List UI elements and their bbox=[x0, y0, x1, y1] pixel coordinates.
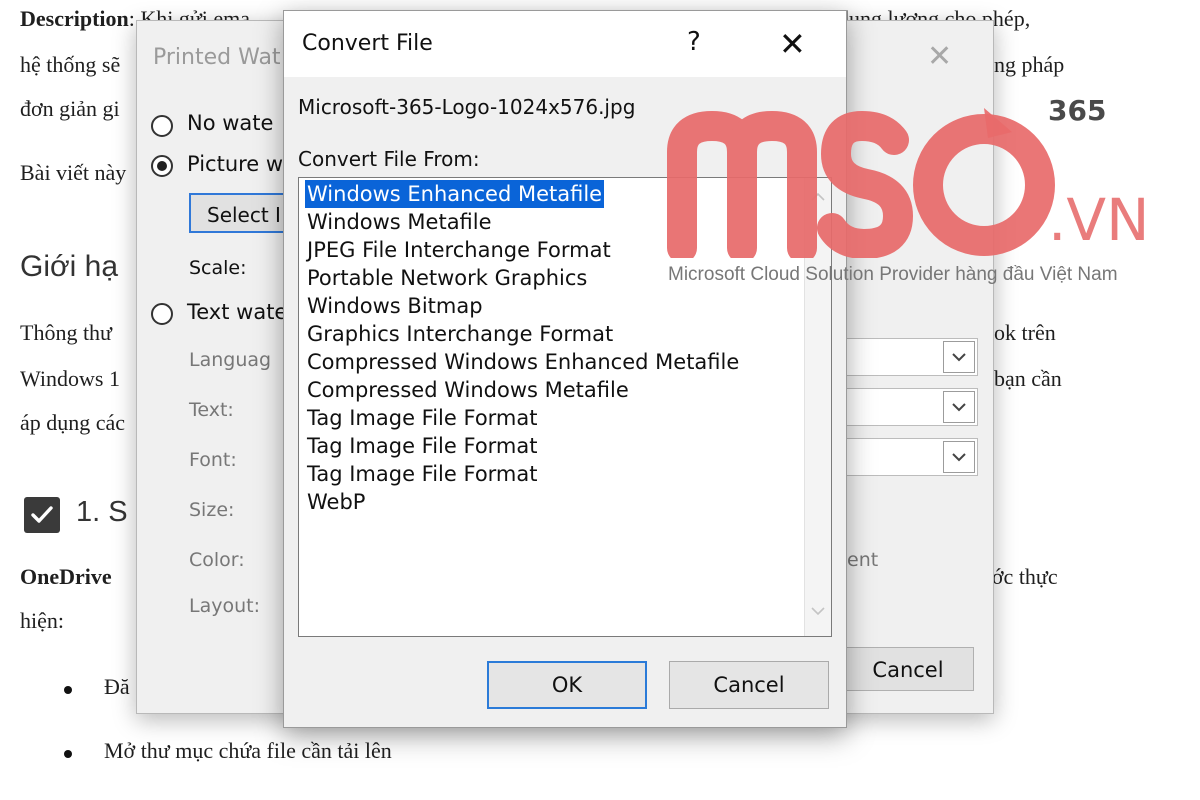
bullet-dot bbox=[64, 686, 72, 694]
article-p8: OneDrive bbox=[20, 564, 112, 590]
list-item[interactable]: Windows Bitmap bbox=[305, 292, 485, 320]
color-label: Color: bbox=[189, 549, 245, 571]
article-bullet-2: Mở thư mục chứa file cần tải lên bbox=[104, 738, 392, 763]
article-p5: Thông thư bbox=[20, 320, 112, 345]
bullet-dot bbox=[64, 750, 72, 758]
article-p8-bold: OneDrive bbox=[20, 564, 112, 589]
checkbox-icon bbox=[24, 497, 60, 533]
radio-no-watermark-label: No wate bbox=[187, 111, 274, 135]
article-p6-right: bạn cần bbox=[994, 366, 1062, 391]
radio-text-watermark-label: Text wate bbox=[187, 300, 288, 324]
logo-365: 365 bbox=[1048, 94, 1107, 127]
file-name: Microsoft-365-Logo-1024x576.jpg bbox=[298, 95, 636, 119]
list-item[interactable]: Windows Metafile bbox=[305, 208, 494, 236]
close-icon[interactable]: ✕ bbox=[927, 39, 952, 74]
article-heading-2: Giới hạ bbox=[20, 250, 119, 283]
font-label: Font: bbox=[189, 449, 237, 471]
list-item[interactable]: Tag Image File Format bbox=[305, 432, 540, 460]
convert-from-label: Convert File From: bbox=[298, 147, 480, 171]
chevron-down-icon[interactable] bbox=[943, 441, 975, 473]
article-p4: Bài viết này bbox=[20, 160, 127, 185]
logo-tagline: Microsoft Cloud Solution Provider hàng đ… bbox=[668, 264, 1118, 285]
article-p1-bold: Description bbox=[20, 6, 129, 31]
list-item[interactable]: WebP bbox=[305, 488, 367, 516]
list-item[interactable]: Tag Image File Format bbox=[305, 460, 540, 488]
chevron-down-icon[interactable] bbox=[943, 391, 975, 423]
article-p7: áp dụng các bbox=[20, 410, 126, 435]
watermark-cancel-button[interactable]: Cancel bbox=[842, 647, 974, 691]
ok-button[interactable]: OK bbox=[487, 661, 647, 709]
text-label: Text: bbox=[189, 399, 234, 421]
article-p5-right: ok trên bbox=[994, 320, 1056, 345]
article-bullet-1: Đă bbox=[104, 674, 130, 699]
radio-picture-watermark-label: Picture w bbox=[187, 152, 284, 176]
chevron-down-icon[interactable] bbox=[811, 606, 825, 616]
scale-label: Scale: bbox=[189, 257, 247, 279]
list-item[interactable]: JPEG File Interchange Format bbox=[305, 236, 613, 264]
close-icon[interactable]: ✕ bbox=[779, 25, 806, 63]
list-item[interactable]: Portable Network Graphics bbox=[305, 264, 589, 292]
article-p6: Windows 1 bbox=[20, 366, 120, 391]
article-heading-3: 1. S bbox=[76, 496, 128, 528]
list-item[interactable]: Compressed Windows Metafile bbox=[305, 376, 631, 404]
text-combo[interactable] bbox=[838, 388, 978, 426]
cancel-button[interactable]: Cancel bbox=[669, 661, 829, 709]
article-p2: hệ thống sẽ bbox=[20, 52, 121, 77]
semitransparent-label: ent bbox=[847, 549, 879, 571]
title-bar: Convert File ? ✕ bbox=[284, 11, 846, 77]
radio-picture-watermark[interactable] bbox=[151, 155, 173, 177]
list-item[interactable]: Compressed Windows Enhanced Metafile bbox=[305, 348, 741, 376]
list-item[interactable]: Tag Image File Format bbox=[305, 404, 540, 432]
list-item[interactable]: Windows Enhanced Metafile bbox=[305, 180, 605, 208]
help-icon[interactable]: ? bbox=[687, 27, 701, 57]
mso-logo-mark bbox=[667, 108, 1055, 258]
list-item[interactable]: Graphics Interchange Format bbox=[305, 320, 615, 348]
font-combo[interactable] bbox=[838, 438, 978, 476]
article-p9: hiện: bbox=[20, 608, 64, 633]
dialog-title: Printed Wat bbox=[153, 45, 281, 70]
radio-no-watermark[interactable] bbox=[151, 115, 173, 137]
dialog-title: Convert File bbox=[302, 31, 433, 56]
size-label: Size: bbox=[189, 499, 235, 521]
article-p3: đơn giản gi bbox=[20, 96, 120, 121]
radio-text-watermark[interactable] bbox=[151, 303, 173, 325]
logo-vn: .VN bbox=[1048, 186, 1150, 254]
chevron-down-icon[interactable] bbox=[943, 341, 975, 373]
layout-label: Layout: bbox=[189, 595, 260, 617]
language-label: Languag bbox=[189, 349, 272, 371]
article-p2-right: ng pháp bbox=[994, 52, 1065, 77]
language-combo[interactable] bbox=[838, 338, 978, 376]
